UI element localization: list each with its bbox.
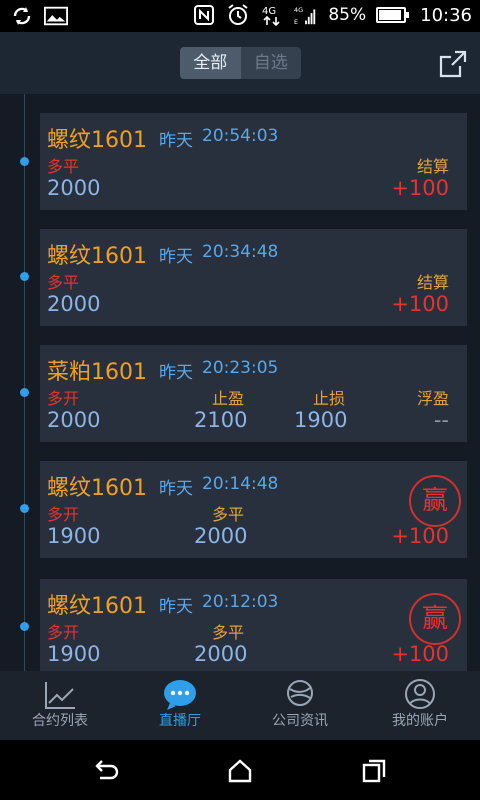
feed-item[interactable]: 螺纹1601 昨天 20:14:48 多开 多平 1900 2000 赢 +10… [40, 461, 467, 558]
tab-label: 公司资讯 [272, 713, 328, 729]
price-value: 2000 [47, 176, 101, 200]
tab-label: 直播厅 [159, 713, 201, 729]
trade-day: 昨天 [159, 479, 193, 499]
bottom-tab-bar: 合约列表 直播厅 公司资讯 我的账户 [0, 671, 480, 740]
recent-apps-icon[interactable] [360, 757, 388, 785]
close-price-value: 2000 [194, 524, 248, 548]
price-value: 1900 [47, 524, 101, 548]
trade-time: 20:23:05 [202, 358, 279, 378]
settle-label: 结算 [416, 273, 449, 292]
segment-all[interactable]: 全部 [180, 47, 241, 79]
system-navigation-bar [0, 740, 480, 800]
battery-level [379, 10, 402, 20]
trade-time: 20:14:48 [202, 474, 279, 494]
svg-text:4G: 4G [262, 6, 276, 17]
close-label: 多平 [212, 623, 245, 642]
chat-bubble-icon [163, 679, 197, 711]
take-profit-label: 止盈 [212, 389, 245, 408]
trade-day: 昨天 [159, 363, 193, 383]
user-icon [403, 679, 437, 711]
take-profit-value: 2100 [194, 408, 248, 432]
action-label: 多开 [47, 389, 80, 408]
status-time: 10:36 [420, 4, 472, 26]
feed-item[interactable]: 螺纹1601 昨天 20:12:03 多开 多平 1900 2000 赢 +10… [40, 579, 467, 671]
timeline-dot [20, 272, 29, 281]
trade-day: 昨天 [159, 597, 193, 617]
close-label: 多平 [212, 505, 245, 524]
price-value: 2000 [47, 292, 101, 316]
home-icon[interactable] [226, 757, 254, 785]
action-label: 多平 [47, 157, 80, 176]
sync-icon [10, 4, 34, 28]
price-value: 2000 [47, 408, 101, 432]
action-label: 多开 [47, 623, 80, 642]
chart-line-icon [43, 679, 77, 711]
share-icon[interactable] [438, 49, 468, 79]
timeline-dot [20, 504, 29, 513]
profit-value: +100 [391, 524, 449, 548]
timeline-dot [20, 157, 29, 166]
action-label: 多开 [47, 505, 80, 524]
contract-name: 螺纹1601 [47, 128, 147, 153]
profit-value: +100 [391, 176, 449, 200]
battery-icon [376, 7, 410, 23]
float-profit-value: -- [433, 408, 449, 432]
trade-time: 20:34:48 [202, 242, 279, 262]
alarm-icon [226, 3, 250, 27]
trade-day: 昨天 [159, 247, 193, 267]
close-price-value: 2000 [194, 642, 248, 666]
timeline-line [24, 94, 25, 671]
network-4g-icon: 4G [260, 3, 284, 27]
profit-value: +100 [391, 292, 449, 316]
profit-value: +100 [391, 642, 449, 666]
app-header: 全部 自选 [0, 32, 480, 94]
segment-favorites[interactable]: 自选 [241, 47, 302, 79]
feed-item[interactable]: 菜粕1601 昨天 20:23:05 多开 止盈 止损 浮盈 2000 2100… [40, 345, 467, 442]
price-value: 1900 [47, 642, 101, 666]
picture-icon [44, 4, 68, 28]
contract-name: 螺纹1601 [47, 244, 147, 269]
tab-label: 合约列表 [32, 713, 88, 729]
contract-name: 菜粕1601 [47, 360, 147, 385]
live-feed[interactable]: 螺纹1601 昨天 20:54:03 多平 结算 2000 +100 螺纹160… [0, 94, 480, 671]
tab-my-account[interactable]: 我的账户 [360, 671, 480, 740]
win-badge: 赢 [409, 475, 461, 527]
action-label: 多平 [47, 273, 80, 292]
timeline-dot [20, 622, 29, 631]
feed-item[interactable]: 螺纹1601 昨天 20:54:03 多平 结算 2000 +100 [40, 113, 467, 210]
filter-segmented-control: 全部 自选 [180, 47, 301, 79]
signal-icon: 4G E [294, 3, 318, 27]
trade-time: 20:12:03 [202, 592, 279, 612]
stop-loss-label: 止损 [313, 389, 346, 408]
svg-text:4G: 4G [294, 6, 303, 14]
trade-time: 20:54:03 [202, 126, 279, 146]
feed-item[interactable]: 螺纹1601 昨天 20:34:48 多平 结算 2000 +100 [40, 229, 467, 326]
trade-day: 昨天 [159, 131, 193, 151]
win-badge: 赢 [409, 593, 461, 645]
nfc-icon [192, 3, 216, 27]
stop-loss-value: 1900 [294, 408, 348, 432]
tab-contract-list[interactable]: 合约列表 [0, 671, 120, 740]
contract-name: 螺纹1601 [47, 476, 147, 501]
timeline-dot [20, 388, 29, 397]
status-bar: 4G 4G E 85% 10:36 [0, 0, 480, 32]
back-icon[interactable] [92, 757, 120, 785]
contract-name: 螺纹1601 [47, 594, 147, 619]
float-profit-label: 浮盈 [416, 389, 449, 408]
tab-label: 我的账户 [392, 713, 448, 729]
tab-live-room[interactable]: 直播厅 [120, 671, 240, 740]
svg-text:E: E [294, 18, 298, 26]
tab-company-news[interactable]: 公司资讯 [240, 671, 360, 740]
globe-icon [283, 679, 317, 711]
battery-percent: 85% [328, 5, 367, 25]
settle-label: 结算 [416, 157, 449, 176]
